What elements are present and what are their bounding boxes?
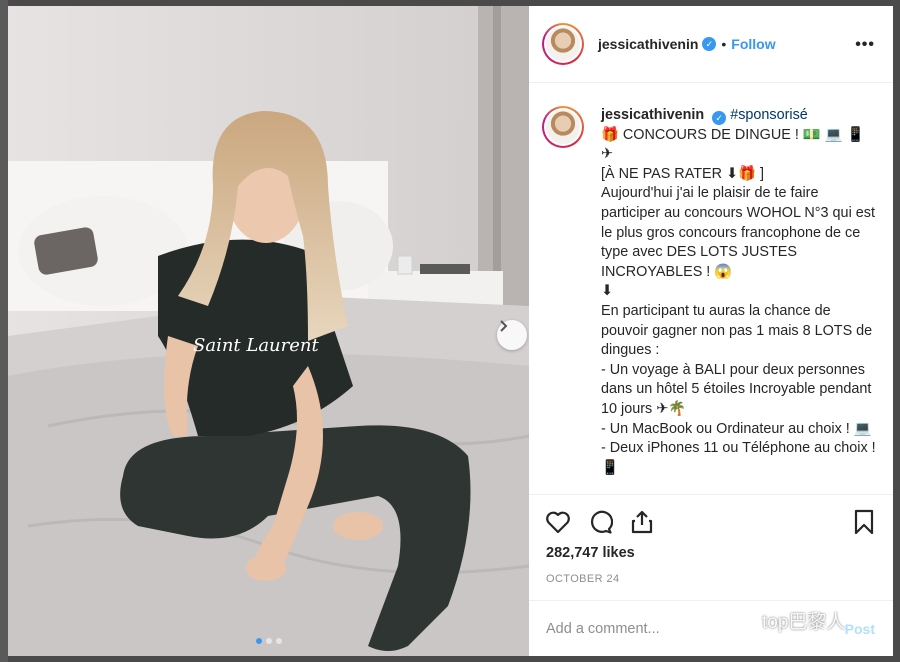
more-options-icon[interactable]: ••• <box>855 36 875 54</box>
profile-avatar[interactable] <box>542 23 584 65</box>
comment-icon[interactable] <box>587 509 613 535</box>
caption-line: 🎁 CONCOURS DE DINGUE ! 💵 💻 📱 <box>601 126 865 143</box>
header-separator: • <box>721 36 727 52</box>
caption-line: En participant tu auras la chance de pou… <box>601 302 873 359</box>
watermark-text: top巴黎人 <box>762 612 846 633</box>
wechat-logo-icon <box>724 609 755 632</box>
caption-line: ✈ <box>601 146 614 163</box>
shirt-lettering: Saint Laurent <box>193 335 319 356</box>
caption-line: - Deux iPhones 11 ou Téléphone au choix … <box>601 440 876 476</box>
caption-username[interactable]: jessicathivenin <box>601 107 704 123</box>
caption-area[interactable]: jessicathivenin ✓ #sponsorisé 🎁 CONCOURS… <box>529 84 893 494</box>
header-username[interactable]: jessicathivenin <box>598 36 698 52</box>
carousel-next-button[interactable] <box>497 320 527 350</box>
post-photo[interactable]: Saint Laurent <box>8 6 529 656</box>
follow-button[interactable]: Follow <box>731 36 775 52</box>
caption-line: - Un MacBook ou Ordinateur au choix ! 💻 <box>601 420 872 437</box>
caption-comment: jessicathivenin ✓ #sponsorisé 🎁 CONCOURS… <box>542 106 879 478</box>
post-header: jessicathivenin ✓ • Follow ••• <box>529 6 893 83</box>
carousel-dot <box>266 638 272 644</box>
carousel-dot <box>276 638 282 644</box>
caption-text: jessicathivenin ✓ #sponsorisé 🎁 CONCOURS… <box>601 106 876 478</box>
caption-line: - Un voyage à BALI pour deux personnes d… <box>601 361 872 417</box>
bookmark-icon[interactable] <box>851 509 877 535</box>
post-side-panel: jessicathivenin ✓ • Follow ••• jessicath… <box>529 6 893 656</box>
carousel-dot <box>256 638 262 644</box>
verified-badge-icon: ✓ <box>702 37 717 51</box>
watermark: top巴黎人 <box>724 607 845 634</box>
carousel-indicator <box>256 638 282 644</box>
caption-line: [À NE PAS RATER ⬇🎁 ] <box>601 165 764 182</box>
comment-input[interactable]: Add a comment... <box>546 621 660 637</box>
likes-count[interactable]: 282,747 likes <box>546 545 635 561</box>
photo-illustration: Saint Laurent <box>8 6 529 656</box>
post-date[interactable]: OCTOBER 24 <box>546 573 620 585</box>
post-comment-button[interactable]: Post <box>845 621 875 637</box>
caption-line: Aujourd'hui j'ai le plaisir de te faire … <box>601 185 875 280</box>
caption-avatar[interactable] <box>542 106 584 148</box>
heart-icon[interactable] <box>545 509 571 535</box>
chevron-right-icon <box>500 320 508 332</box>
verified-badge-icon: ✓ <box>712 111 727 125</box>
caption-hashtag[interactable]: #sponsorisé <box>730 107 808 123</box>
caption-line: ⬇ <box>601 283 614 300</box>
share-icon[interactable] <box>629 509 655 535</box>
backdrop-strip <box>0 0 8 662</box>
